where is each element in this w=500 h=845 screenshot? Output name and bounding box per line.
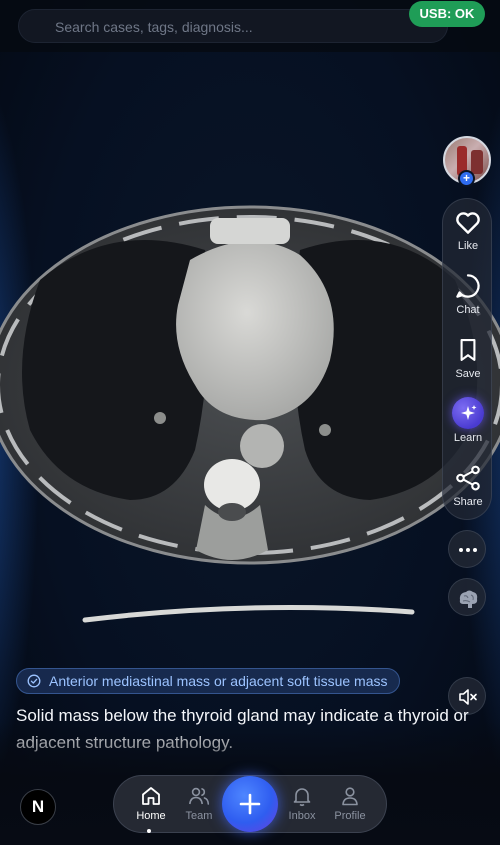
nav-label-team: Team <box>185 810 213 822</box>
learn-label: Learn <box>453 432 483 444</box>
ct-scan-image[interactable] <box>0 130 500 660</box>
search-bar[interactable] <box>18 9 448 44</box>
nav-item-inbox[interactable]: Inbox <box>280 784 324 822</box>
team-icon <box>189 787 210 805</box>
profile-icon <box>342 787 358 806</box>
plus-icon <box>239 793 261 815</box>
brain-icon <box>459 590 478 608</box>
more-button[interactable] <box>448 530 486 568</box>
chat-button[interactable]: Chat <box>443 271 493 316</box>
diagnosis-tag-label: Anterior mediastinal mass or adjacent so… <box>49 673 388 689</box>
nav-label-home: Home <box>136 810 166 822</box>
usb-status-badge: USB: OK <box>409 1 485 27</box>
more-dots-icon <box>459 548 477 552</box>
search-input[interactable] <box>55 10 435 44</box>
home-icon <box>142 787 160 805</box>
app-logo[interactable]: N <box>20 789 56 825</box>
case-viewer: USB: OK + Like Chat Save Learn Share <box>0 0 500 845</box>
nav-item-profile[interactable]: Profile <box>328 784 372 822</box>
sparkle-icon <box>452 397 484 429</box>
active-indicator <box>147 829 151 833</box>
check-circle-icon <box>27 674 41 688</box>
chat-label: Chat <box>456 304 480 316</box>
share-icon <box>456 465 480 491</box>
like-label: Like <box>457 240 479 252</box>
heart-icon <box>456 212 480 234</box>
share-button[interactable]: Share <box>443 463 493 508</box>
create-button[interactable] <box>222 776 278 832</box>
nav-item-team[interactable]: Team <box>177 784 221 822</box>
nav-item-home[interactable]: Home <box>129 784 173 822</box>
action-rail: Like Chat Save Learn Share <box>442 198 492 520</box>
top-bar: USB: OK <box>0 0 500 52</box>
nav-label-profile: Profile <box>334 810 366 822</box>
bell-icon <box>293 788 311 807</box>
like-button[interactable]: Like <box>443 207 493 252</box>
chat-bubble-icon <box>456 274 480 298</box>
save-button[interactable]: Save <box>443 335 493 380</box>
bookmark-icon <box>460 339 476 361</box>
share-label: Share <box>453 496 483 508</box>
save-label: Save <box>455 368 481 380</box>
avatar-figure-2 <box>471 150 483 174</box>
diagnosis-tag[interactable]: Anterior mediastinal mass or adjacent so… <box>16 668 401 694</box>
learn-button[interactable]: Learn <box>443 397 493 444</box>
nav-label-inbox: Inbox <box>288 810 316 822</box>
follow-plus-icon[interactable]: + <box>458 170 475 187</box>
brain-button[interactable] <box>448 578 486 616</box>
